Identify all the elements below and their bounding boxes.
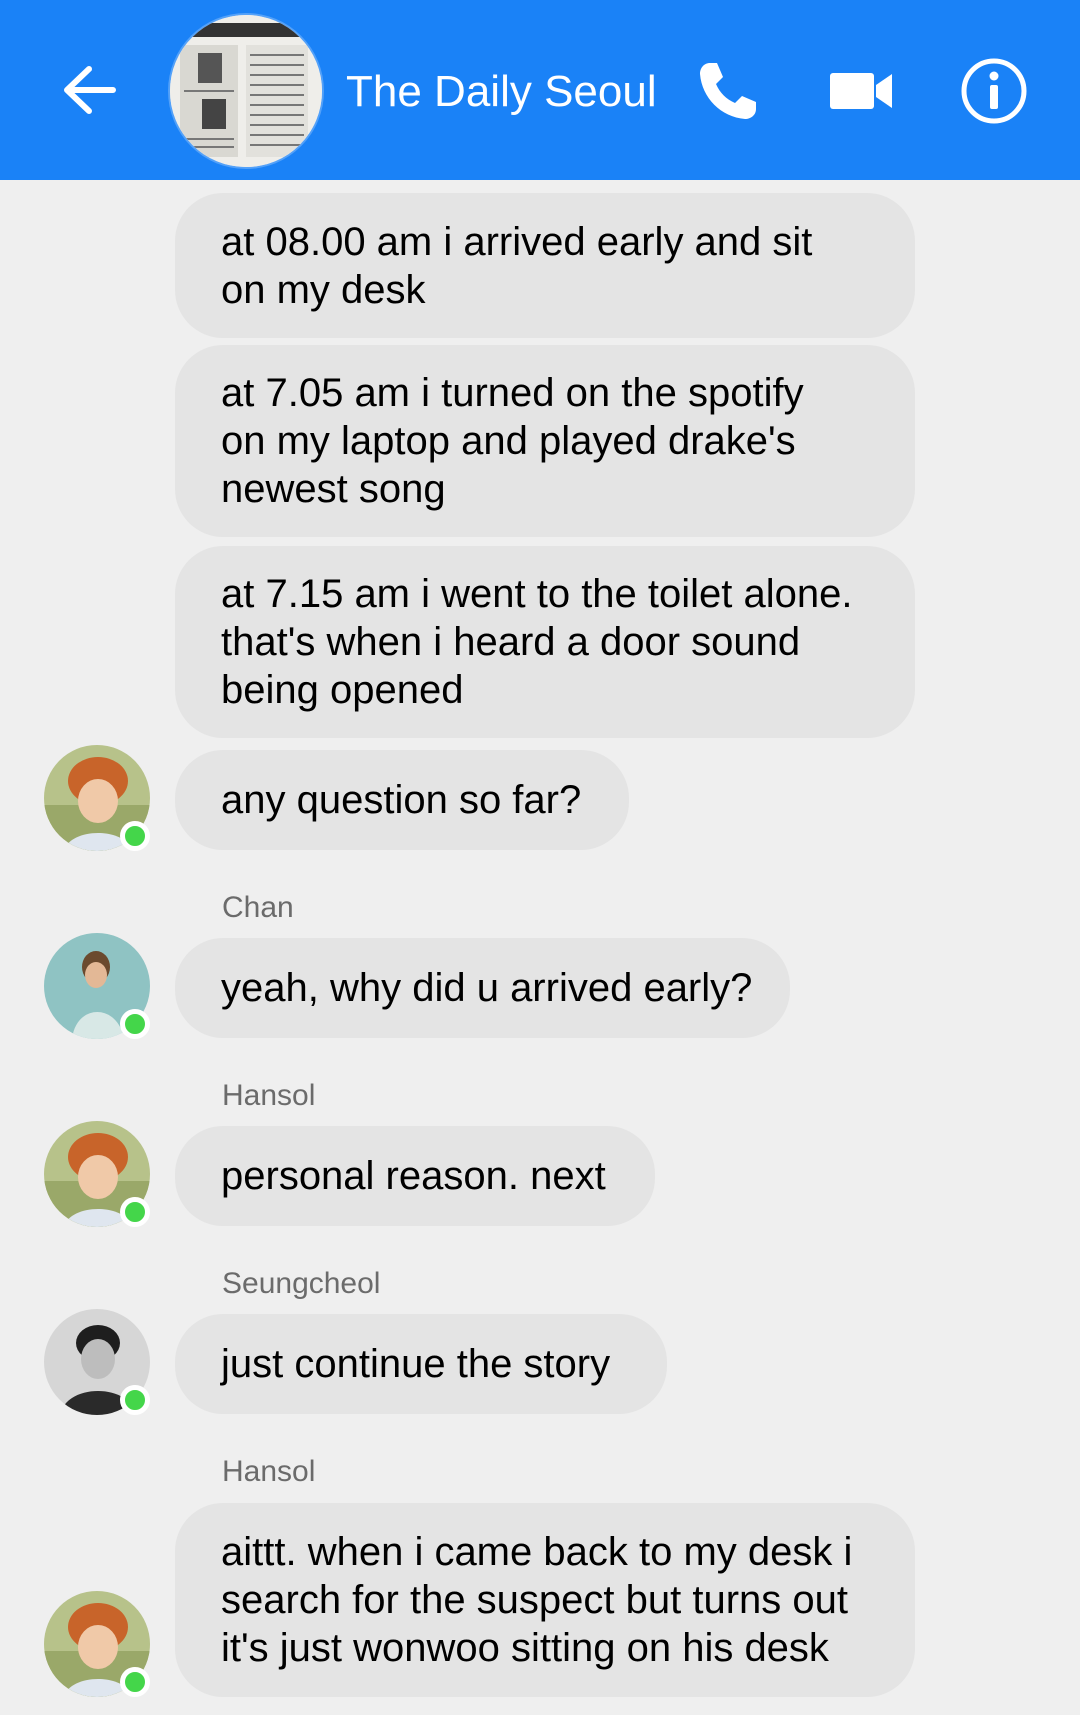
message-text: it's just wonwoo sitting on his desk bbox=[221, 1626, 829, 1670]
sender-name: Hansol bbox=[222, 1455, 316, 1488]
message-text: at 08.00 am i arrived early and sit bbox=[221, 219, 813, 264]
avatar[interactable] bbox=[44, 933, 150, 1039]
message-bubble[interactable]: at 7.15 am i went to the toilet alone. t… bbox=[175, 546, 915, 738]
message-text: just continue the story bbox=[221, 1342, 611, 1386]
message-text: personal reason. next bbox=[221, 1154, 606, 1198]
group-avatar[interactable] bbox=[170, 15, 322, 167]
message-text: that's when i heard a door sound bbox=[221, 620, 801, 664]
message-text: newest song bbox=[221, 467, 446, 511]
sender-name: Hansol bbox=[222, 1079, 316, 1112]
avatar[interactable] bbox=[44, 1121, 150, 1227]
message-text: being opened bbox=[221, 668, 464, 712]
message-text: on my laptop and played drake's bbox=[221, 419, 796, 463]
message-text: at 7.05 am i turned on the spotify bbox=[221, 371, 804, 415]
message-bubble[interactable]: yeah, why did u arrived early? bbox=[175, 938, 790, 1038]
info-icon[interactable] bbox=[958, 55, 1030, 127]
message-text: yeah, why did u arrived early? bbox=[221, 966, 753, 1010]
phone-icon[interactable] bbox=[692, 55, 764, 127]
avatar[interactable] bbox=[44, 745, 150, 851]
message-bubble[interactable]: at 08.00 am i arrived early and sit on m… bbox=[175, 193, 915, 338]
message-text: search for the suspect but turns out bbox=[221, 1578, 849, 1622]
chat-title[interactable]: The Daily Seoul bbox=[346, 62, 657, 122]
message-bubble[interactable]: just continue the story bbox=[175, 1314, 667, 1414]
avatar[interactable] bbox=[44, 1309, 150, 1415]
message-bubble[interactable]: aittt. when i came back to my desk i sea… bbox=[175, 1503, 915, 1697]
avatar[interactable] bbox=[44, 1591, 150, 1697]
online-status-dot bbox=[120, 1667, 150, 1697]
message-text: any question so far? bbox=[221, 778, 582, 822]
message-text: on my desk bbox=[221, 267, 426, 312]
online-status-dot bbox=[120, 1009, 150, 1039]
arrow-left-icon[interactable] bbox=[55, 55, 125, 125]
video-camera-icon[interactable] bbox=[826, 55, 898, 127]
chat-header: The Daily Seoul bbox=[0, 0, 1080, 180]
online-status-dot bbox=[120, 1197, 150, 1227]
online-status-dot bbox=[120, 821, 150, 851]
message-text: at 7.15 am i went to the toilet alone. bbox=[221, 572, 853, 616]
sender-name: Chan bbox=[222, 891, 294, 924]
newspaper-image bbox=[170, 15, 322, 167]
message-bubble[interactable]: any question so far? bbox=[175, 750, 629, 850]
message-bubble[interactable]: at 7.05 am i turned on the spotify on my… bbox=[175, 345, 915, 537]
message-text: aittt. when i came back to my desk i bbox=[221, 1530, 853, 1574]
sender-name: Seungcheol bbox=[222, 1267, 381, 1300]
message-bubble[interactable]: personal reason. next bbox=[175, 1126, 655, 1226]
online-status-dot bbox=[120, 1385, 150, 1415]
